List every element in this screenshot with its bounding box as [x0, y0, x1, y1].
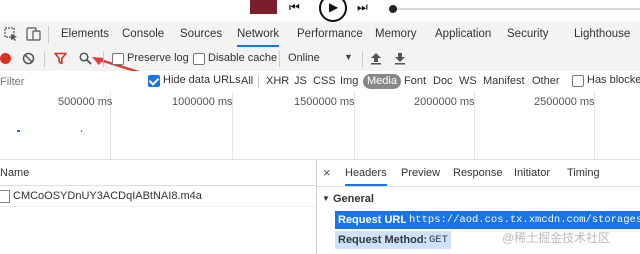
tab-application[interactable]: Application: [435, 22, 491, 47]
toolbar-divider: [279, 51, 280, 67]
file-icon: [0, 190, 10, 203]
tab-lighthouse[interactable]: Lighthouse: [574, 22, 630, 47]
timing-marker: [81, 130, 82, 132]
toolbar-divider: [362, 51, 363, 67]
clear-icon[interactable]: [22, 52, 35, 65]
seek-handle[interactable]: [389, 5, 397, 13]
tab-initiator[interactable]: Initiator: [514, 160, 550, 186]
next-track-icon[interactable]: ⏭: [357, 0, 368, 15]
network-toolbar: Preserve log Disable cache Online ▼: [0, 47, 640, 76]
tab-preview[interactable]: Preview: [401, 160, 440, 186]
toolbar-divider: [103, 51, 104, 67]
timeline-overview[interactable]: 500000 ms 1000000 ms 1500000 ms 2000000 …: [0, 92, 640, 160]
throttling-select[interactable]: Online ▼: [284, 49, 354, 69]
toolbar-divider: [44, 51, 45, 67]
tab-security[interactable]: Security: [507, 22, 549, 47]
filter-bar: Hide data URLs All XHR JS CSS Img Media …: [0, 71, 640, 93]
device-toolbar-icon[interactable]: [26, 27, 42, 41]
tab-network[interactable]: Network: [237, 22, 280, 47]
request-method-value: GET: [426, 231, 451, 249]
filter-icon[interactable]: [54, 52, 67, 65]
play-button[interactable]: ▶: [319, 0, 347, 22]
record-icon[interactable]: [0, 53, 11, 64]
table-row[interactable]: CMCoOSYDnUY3ACDqIABtNAI8.m4a: [0, 186, 316, 207]
disable-cache-checkbox[interactable]: [193, 53, 205, 65]
chevron-down-icon: ▼: [344, 52, 353, 62]
export-har-icon[interactable]: [394, 52, 406, 65]
play-icon: ▶: [329, 0, 339, 14]
tab-performance[interactable]: Performance: [297, 22, 363, 47]
filter-input[interactable]: [0, 73, 138, 90]
filter-type-css[interactable]: CSS: [311, 74, 338, 89]
request-url-label: Request URL:: [335, 211, 413, 229]
request-list-header: Name: [0, 160, 316, 186]
filter-type-media[interactable]: Media: [363, 74, 401, 89]
section-title: General: [333, 193, 374, 205]
filter-type-font[interactable]: Font: [402, 74, 428, 89]
request-method-label: Request Method:: [335, 231, 431, 249]
tab-elements[interactable]: Elements: [61, 22, 109, 47]
has-blocked-label: Has blocked: [587, 74, 640, 86]
watermark-text: @稀土掘金技术社区: [502, 231, 611, 245]
filter-type-xhr[interactable]: XHR: [264, 74, 291, 89]
import-har-icon[interactable]: [370, 52, 382, 65]
tab-divider: [48, 26, 49, 43]
tab-console[interactable]: Console: [122, 22, 164, 47]
disable-cache-label: Disable cache: [208, 52, 278, 64]
filter-type-manifest[interactable]: Manifest: [481, 74, 527, 89]
filter-type-all[interactable]: All: [239, 74, 255, 89]
filter-divider: [258, 75, 259, 88]
prev-track-icon[interactable]: ⏮: [289, 0, 300, 15]
tab-headers[interactable]: Headers: [345, 160, 387, 186]
timeline-tick: 2000000 ms: [414, 96, 475, 108]
timeline-tick: 1500000 ms: [294, 96, 355, 108]
filter-type-js[interactable]: JS: [292, 74, 309, 89]
preserve-log-checkbox[interactable]: [112, 53, 124, 65]
preserve-log-label: Preserve log: [127, 52, 189, 64]
seek-bar[interactable]: [392, 8, 640, 10]
close-icon[interactable]: ×: [323, 165, 331, 180]
throttling-value: Online: [288, 52, 320, 64]
devtools-tab-bar: Elements Console Sources Network Perform…: [0, 22, 640, 48]
request-name: CMCoOSYDnUY3ACDqIABtNAI8.m4a: [13, 190, 202, 202]
request-list: Name CMCoOSYDnUY3ACDqIABtNAI8.m4a: [0, 160, 317, 254]
filter-type-ws[interactable]: WS: [457, 74, 479, 89]
tab-response[interactable]: Response: [453, 160, 503, 186]
filter-type-img[interactable]: Img: [338, 74, 360, 89]
request-url-row: Request URL: https://aod.cos.tx.xmcdn.co…: [317, 211, 640, 229]
tab-timing[interactable]: Timing: [567, 160, 600, 186]
hide-data-urls-label: Hide data URLs: [163, 74, 241, 86]
name-column-header[interactable]: Name: [0, 167, 29, 179]
details-tab-bar: × Headers Preview Response Initiator Tim…: [317, 160, 640, 187]
inspect-element-icon[interactable]: [4, 27, 18, 41]
media-thumbnail: [250, 0, 277, 14]
has-blocked-checkbox[interactable]: [572, 75, 584, 87]
filter-type-other[interactable]: Other: [530, 74, 562, 89]
request-bar-marker: [17, 130, 20, 132]
timeline-tick: 500000 ms: [58, 96, 113, 108]
media-player-strip: ⏮ ▶ ⏭: [0, 0, 640, 22]
hide-data-urls-checkbox[interactable]: [148, 75, 160, 87]
general-section-header[interactable]: ▼ General: [317, 191, 640, 209]
filter-type-doc[interactable]: Doc: [431, 74, 455, 89]
tab-memory[interactable]: Memory: [375, 22, 417, 47]
triangle-down-icon: ▼: [322, 194, 330, 203]
timeline-tick: 2500000 ms: [534, 96, 595, 108]
timeline-tick: 1000000 ms: [172, 96, 233, 108]
request-url-value: https://aod.cos.tx.xmcdn.com/storages/08: [406, 211, 640, 229]
tab-sources[interactable]: Sources: [180, 22, 222, 47]
